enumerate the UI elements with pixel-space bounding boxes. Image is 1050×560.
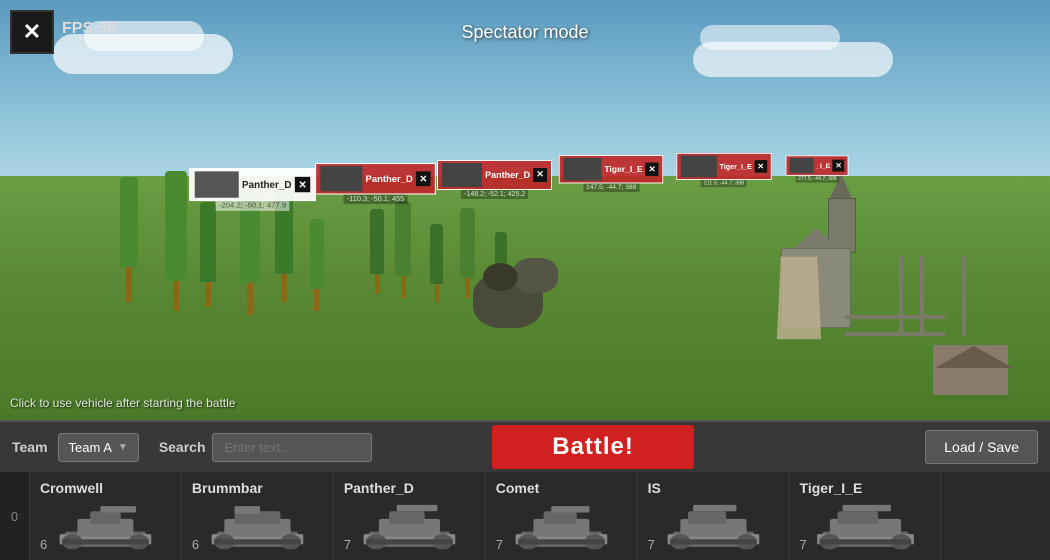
battle-button[interactable]: Battle! bbox=[492, 425, 694, 469]
marker-close-icon[interactable]: ✕ bbox=[833, 159, 845, 171]
marker-close-icon[interactable]: ✕ bbox=[646, 162, 659, 175]
vehicle-slot-panther-d[interactable]: Panther_D 7 bbox=[334, 472, 486, 560]
spectator-mode-label: Spectator mode bbox=[461, 22, 588, 43]
vehicle-markers-container: Panther_D ✕ -204.2; -50.1; 477.9 Panther… bbox=[0, 160, 1050, 199]
game-viewport: ✕ FPS:58 Spectator mode Panther_D ✕ -204… bbox=[0, 0, 1050, 420]
shed-roof bbox=[935, 346, 1013, 368]
vehicle-count: 7 bbox=[496, 537, 503, 552]
fence-post bbox=[920, 256, 924, 336]
fps-counter: FPS:58 bbox=[62, 20, 116, 38]
fence-rail bbox=[845, 332, 945, 336]
click-hint: Click to use vehicle after starting the … bbox=[10, 396, 235, 410]
team-value: Team A bbox=[69, 440, 112, 455]
marker-close-icon[interactable]: ✕ bbox=[416, 171, 431, 186]
close-button[interactable]: ✕ bbox=[10, 10, 54, 54]
marker-close-icon[interactable]: ✕ bbox=[754, 160, 767, 173]
tree bbox=[200, 202, 216, 307]
vehicle-marker[interactable]: Tiger_I_E ✕ 147.5; -44.7; 388 bbox=[559, 155, 664, 192]
search-wrap: Search bbox=[159, 433, 372, 462]
vehicle-marker[interactable]: Panther_D ✕ -148.2; -52.1; 425.2 bbox=[437, 160, 552, 199]
cloud bbox=[700, 25, 840, 50]
tank-thumbnail bbox=[192, 496, 323, 552]
bottom-bar: Team Team A ▼ Search Battle! Load / Save… bbox=[0, 420, 1050, 560]
tree bbox=[430, 224, 443, 302]
tank-thumbnail bbox=[40, 496, 171, 552]
vehicle-slot-cromwell[interactable]: Cromwell 6 bbox=[30, 472, 182, 560]
tree bbox=[395, 201, 411, 298]
vehicle-slot-comet[interactable]: Comet 7 bbox=[486, 472, 638, 560]
vehicle-name: Tiger_I_E bbox=[800, 480, 863, 496]
marker-close-icon[interactable]: ✕ bbox=[533, 168, 547, 182]
vehicle-marker[interactable]: Tiger_I_E ✕ 211.5; -44.7; 388 bbox=[676, 152, 771, 186]
tank-thumbnail bbox=[648, 496, 779, 552]
road bbox=[777, 257, 821, 340]
search-input[interactable] bbox=[212, 433, 372, 462]
vehicle-slot-tiger-ie[interactable]: Tiger_I_E 7 bbox=[790, 472, 942, 560]
fence-post bbox=[899, 256, 903, 336]
team-label: Team bbox=[12, 439, 48, 455]
tank-thumbnail bbox=[344, 496, 475, 552]
vehicle-slot-is[interactable]: IS 7 bbox=[638, 472, 790, 560]
vehicle-slot-brummbar[interactable]: Brummbar 6 bbox=[182, 472, 334, 560]
vehicle-count: 7 bbox=[648, 537, 655, 552]
vehicle-count: 6 bbox=[192, 537, 199, 552]
vehicle-marker[interactable]: Panther_D ✕ -110.3; -50.1; 455 bbox=[315, 163, 436, 204]
vehicle-name: IS bbox=[648, 480, 661, 496]
team-select[interactable]: Team A ▼ bbox=[58, 433, 139, 462]
vehicle-list-row: 0 Cromwell 6 Brummbar bbox=[0, 472, 1050, 560]
load-save-button[interactable]: Load / Save bbox=[925, 430, 1038, 464]
search-label: Search bbox=[159, 439, 206, 455]
vehicle-count: 7 bbox=[800, 537, 807, 552]
vehicle-name: Comet bbox=[496, 480, 540, 496]
vehicle-marker[interactable]: Panther_D ✕ -204.2; -50.1; 477.9 bbox=[189, 168, 316, 211]
tree bbox=[370, 209, 384, 294]
rocks bbox=[473, 273, 543, 328]
fence-rail bbox=[845, 315, 945, 319]
vehicle-marker[interactable]: _I_E ✕ 277.5; -44.7; 388 bbox=[786, 155, 849, 182]
close-icon: ✕ bbox=[23, 21, 41, 43]
chevron-down-icon: ▼ bbox=[118, 442, 128, 453]
vehicle-name: Panther_D bbox=[344, 480, 414, 496]
tank-thumbnail bbox=[496, 496, 627, 552]
marker-close-icon[interactable]: ✕ bbox=[295, 176, 310, 191]
tree bbox=[310, 219, 324, 311]
vehicle-count: 6 bbox=[40, 537, 47, 552]
tank-thumbnail bbox=[800, 496, 931, 552]
vehicle-count: 7 bbox=[344, 537, 351, 552]
vehicle-name: Brummbar bbox=[192, 480, 263, 496]
vehicle-name: Cromwell bbox=[40, 480, 103, 496]
list-number-badge: 0 bbox=[0, 472, 30, 560]
controls-row: Team Team A ▼ Search Battle! Load / Save bbox=[0, 420, 1050, 472]
fence-post bbox=[962, 256, 966, 336]
